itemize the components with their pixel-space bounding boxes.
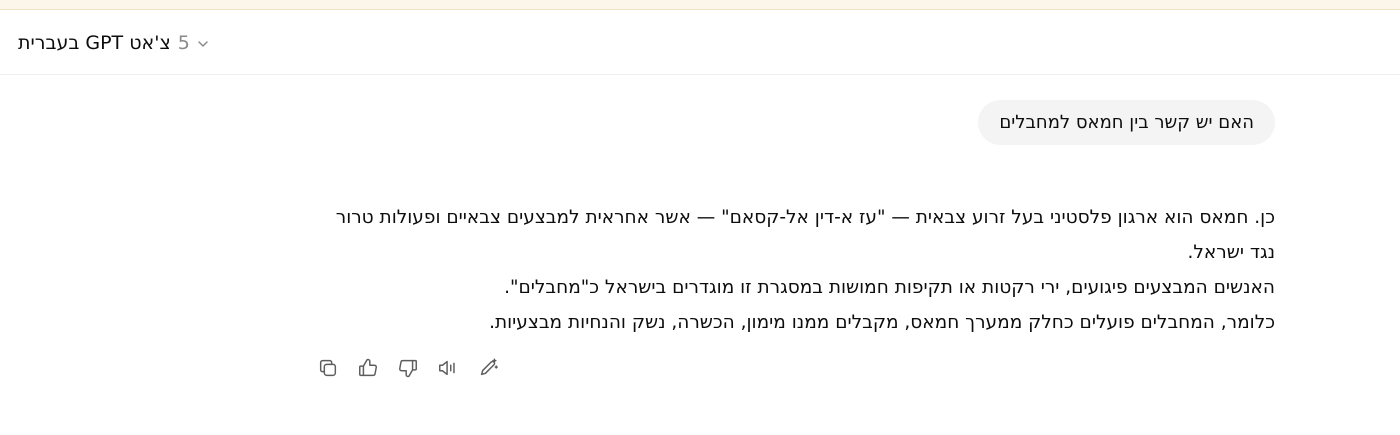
thumbs-down-icon: [397, 357, 419, 383]
assistant-paragraph: כן. חמאס הוא ארגון פלסטיני בעל זרוע צבאי…: [335, 207, 1275, 263]
model-version: 5: [177, 32, 190, 54]
edit-response-button[interactable]: [474, 356, 502, 384]
assistant-paragraph: כלומר, המחבלים פועלים כחלק ממערך חמאס, מ…: [489, 312, 1275, 333]
copy-button[interactable]: [314, 356, 342, 384]
read-aloud-button[interactable]: [434, 356, 462, 384]
bad-response-button[interactable]: [394, 356, 422, 384]
top-banner-strip: [0, 0, 1400, 10]
edit-icon: [477, 357, 499, 383]
model-name: צ'אט GPT בעברית: [18, 32, 171, 54]
copy-icon: [317, 357, 339, 383]
assistant-message: כן. חמאס הוא ארגון פלסטיני בעל זרוע צבאי…: [315, 200, 1275, 340]
user-message-text: האם יש קשר בין חמאס למחבלים: [999, 112, 1254, 133]
model-selector[interactable]: צ'אט GPT בעברית 5: [18, 30, 210, 56]
good-response-button[interactable]: [354, 356, 382, 384]
message-actions: [314, 356, 514, 384]
user-message-bubble: האם יש קשר בין חמאס למחבלים: [978, 100, 1275, 145]
chevron-down-icon: [196, 36, 210, 50]
thumbs-up-icon: [357, 357, 379, 383]
chat-header: צ'אט GPT בעברית 5: [0, 10, 1400, 75]
read-aloud-icon: [437, 357, 459, 383]
assistant-paragraph: האנשים המבצעים פיגועים, ירי רקטות או תקי…: [504, 277, 1275, 298]
